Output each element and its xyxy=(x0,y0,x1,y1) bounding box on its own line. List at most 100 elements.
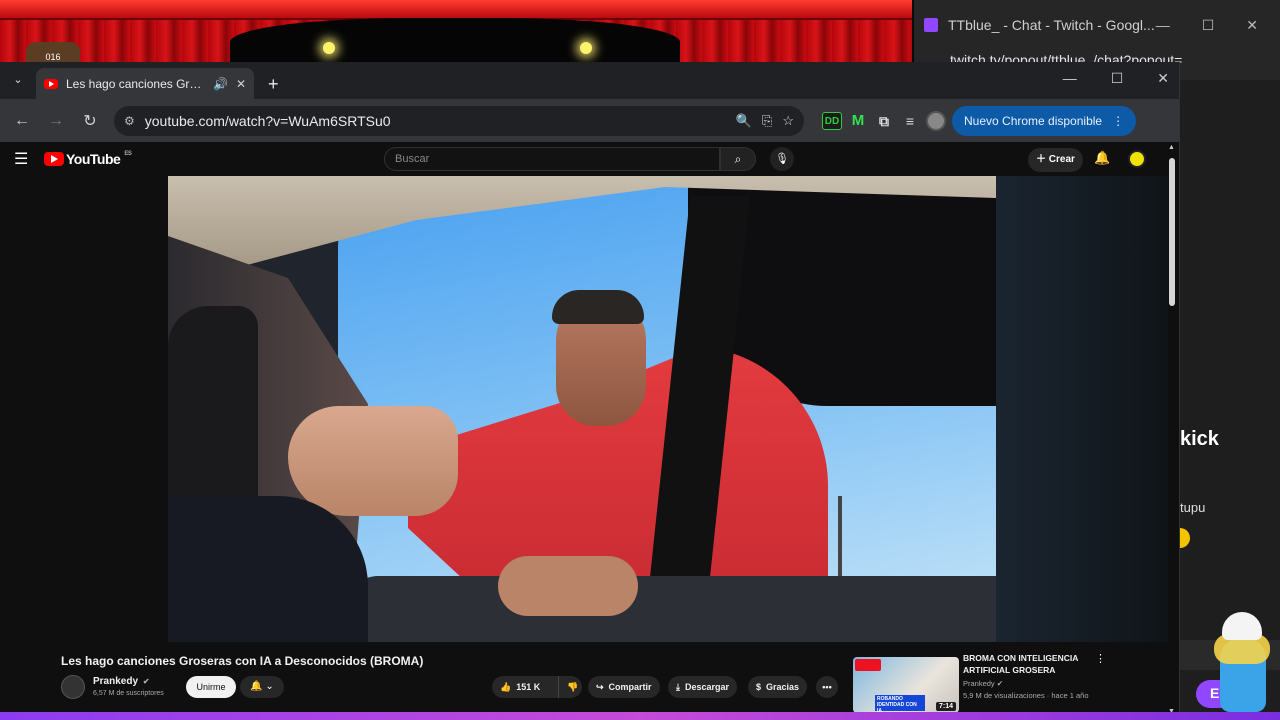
tab-close-icon[interactable]: ✕ xyxy=(236,77,246,91)
tab-youtube[interactable]: Les hago canciones Groseras con IA a Des… xyxy=(36,68,254,99)
more-actions-button[interactable]: ••• xyxy=(816,676,838,698)
site-info-icon[interactable]: ⚙ xyxy=(124,114,135,128)
chrome-minimize-button[interactable]: — xyxy=(1063,70,1077,87)
join-button[interactable]: Unirme xyxy=(186,676,236,698)
tab-strip: ⌄ Les hago canciones Groseras con IA a D… xyxy=(0,62,1179,99)
stage-light-icon xyxy=(580,42,592,54)
overlay-badge: 016 xyxy=(26,42,80,62)
youtube-logo[interactable]: YouTube ES xyxy=(44,151,132,167)
extension-dd-icon[interactable]: DD xyxy=(822,111,842,130)
thumbnail-caption: ROBANDO IDENTIDAD CON IA xyxy=(875,695,925,713)
verified-icon: ✔ xyxy=(142,677,150,686)
recommended-channel[interactable]: Prankedy ✔ xyxy=(963,679,1003,688)
create-label: Crear xyxy=(1048,154,1075,165)
twitch-chat-message-2: tupu xyxy=(1180,500,1206,515)
browser-toolbar: ← → ↻ ⚙ youtube.com/watch?v=WuAm6SRTSu0 … xyxy=(0,99,1179,142)
recommended-thumbnail[interactable]: ROBANDO IDENTIDAD CON IA 7:14 xyxy=(853,657,959,713)
download-label: Descargar xyxy=(684,682,730,692)
like-button[interactable]: 👍 151 K xyxy=(492,676,558,698)
forward-button[interactable]: → xyxy=(42,112,70,130)
chrome-menu-icon[interactable]: ⋮ xyxy=(1112,114,1124,128)
thanks-button[interactable]: $ Gracias xyxy=(748,676,808,698)
twitch-close-button[interactable]: ✕ xyxy=(1246,17,1258,34)
recommended-menu-icon[interactable]: ⋮ xyxy=(1095,652,1106,665)
channel-name-text[interactable]: Prankedy xyxy=(93,676,138,687)
twitch-logo-icon xyxy=(924,18,938,32)
channel-name[interactable]: Prankedy ✔ xyxy=(93,676,150,687)
dislike-button[interactable]: 👎 xyxy=(558,676,582,698)
download-button[interactable]: ⤓ Descargar xyxy=(668,676,738,698)
thumbs-down-icon: 👎 xyxy=(567,681,579,692)
overlay-bottom-border xyxy=(0,712,1280,720)
stream-overlay-curtain: 016 xyxy=(0,0,912,62)
chevron-down-icon: ⌄ xyxy=(265,681,274,692)
search-input[interactable]: Buscar xyxy=(384,147,720,171)
video-player[interactable] xyxy=(168,176,996,642)
share-label: Compartir xyxy=(608,682,652,692)
youtube-page: ☰ YouTube ES Buscar ⌕ 🎙 ＋ Crear 🔔 ▲ Les … xyxy=(0,142,1179,720)
notifications-bell-icon[interactable]: 🔔 xyxy=(1094,150,1110,166)
video-title: Les hago canciones Groseras con IA a Des… xyxy=(61,654,424,668)
search-bar: Buscar ⌕ 🎙 xyxy=(384,147,794,171)
thanks-label: Gracias xyxy=(766,682,800,692)
chrome-close-button[interactable]: ✕ xyxy=(1157,70,1169,87)
twitch-minimize-button[interactable]: — xyxy=(1156,17,1170,34)
update-label: Nuevo Chrome disponible xyxy=(964,113,1103,128)
bookmark-star-icon[interactable]: ☆ xyxy=(782,113,794,129)
subscription-bell-button[interactable]: 🔔 ⌄ xyxy=(240,676,284,698)
url-text[interactable]: youtube.com/watch?v=WuAm6SRTSu0 xyxy=(145,113,726,129)
super-thanks-icon: $ xyxy=(756,682,762,692)
smurfette-mascot-icon xyxy=(1210,612,1270,712)
install-app-icon[interactable]: ⎘ xyxy=(762,113,772,129)
thumbs-up-icon: 👍 xyxy=(500,681,512,692)
recommended-title[interactable]: BROMA CON INTELIGENCIA ARTIFICIAL GROSER… xyxy=(963,652,1093,676)
coin-icon xyxy=(1180,528,1190,548)
scrollbar-thumb[interactable] xyxy=(1169,158,1175,306)
search-icon: ⌕ xyxy=(734,152,742,166)
update-chrome-button[interactable]: Nuevo Chrome disponible ⋮ xyxy=(952,105,1137,136)
audio-playing-icon[interactable]: 🔊 xyxy=(213,77,228,91)
channel-avatar[interactable] xyxy=(61,675,85,699)
address-bar[interactable]: ⚙ youtube.com/watch?v=WuAm6SRTSu0 🔍 ⎘ ☆ xyxy=(114,105,804,136)
extensions-puzzle-icon[interactable]: ⧉ xyxy=(874,112,894,130)
stage-light-icon xyxy=(323,42,335,54)
reload-button[interactable]: ↻ xyxy=(76,111,104,131)
chrome-maximize-button[interactable]: ☐ xyxy=(1111,70,1124,87)
recommended-channel-text[interactable]: Prankedy xyxy=(963,679,995,688)
youtube-header: ☰ YouTube ES Buscar ⌕ 🎙 ＋ Crear 🔔 xyxy=(0,142,1179,176)
share-button[interactable]: ↪ Compartir xyxy=(588,676,660,698)
youtube-logo-text: YouTube xyxy=(66,151,121,167)
hamburger-menu-icon[interactable]: ☰ xyxy=(14,149,44,169)
country-code: ES xyxy=(124,151,132,157)
page-scrollbar[interactable]: ▲ ▼ xyxy=(1168,142,1176,720)
stage-area xyxy=(230,18,680,62)
user-avatar[interactable] xyxy=(1128,150,1146,168)
voice-search-icon[interactable]: 🎙 xyxy=(770,147,794,171)
tab-title: Les hago canciones Groseras con IA a Des… xyxy=(66,76,205,91)
recommended-video[interactable]: ROBANDO IDENTIDAD CON IA 7:14 BROMA CON … xyxy=(853,652,1163,713)
video-info: Les hago canciones Groseras con IA a Des… xyxy=(0,642,1168,720)
back-button[interactable]: ← xyxy=(8,112,36,130)
youtube-play-icon xyxy=(44,152,64,166)
twitch-window-title: TTblue_ - Chat - Twitch - Googl... xyxy=(948,17,1155,33)
twitch-titlebar: TTblue_ - Chat - Twitch - Googl... — ☐ ✕ xyxy=(914,0,1280,50)
media-controls-icon[interactable]: ≡ xyxy=(900,112,920,130)
tab-search-button[interactable]: ⌄ xyxy=(0,62,36,99)
chrome-window: ⌄ Les hago canciones Groseras con IA a D… xyxy=(0,62,1180,720)
youtube-favicon-icon xyxy=(44,78,58,89)
curtain-valance xyxy=(0,0,912,20)
share-icon: ↪ xyxy=(596,681,604,692)
new-tab-button[interactable]: + xyxy=(268,74,279,95)
profile-avatar[interactable] xyxy=(926,110,946,131)
create-button[interactable]: ＋ Crear xyxy=(1028,148,1083,172)
scroll-up-icon[interactable]: ▲ xyxy=(1168,144,1175,151)
download-icon: ⤓ xyxy=(676,681,680,692)
twitch-chat-message: kick xyxy=(1180,428,1219,450)
thumbnail-badge xyxy=(855,659,881,671)
recommended-meta: 5,9 M de visualizaciones · hace 1 año xyxy=(963,691,1089,700)
plus-icon: ＋ xyxy=(1036,154,1049,165)
extension-m-icon[interactable]: M xyxy=(848,112,868,130)
twitch-maximize-button[interactable]: ☐ xyxy=(1202,17,1215,34)
zoom-icon[interactable]: 🔍 xyxy=(736,113,752,129)
search-button[interactable]: ⌕ xyxy=(720,147,756,171)
